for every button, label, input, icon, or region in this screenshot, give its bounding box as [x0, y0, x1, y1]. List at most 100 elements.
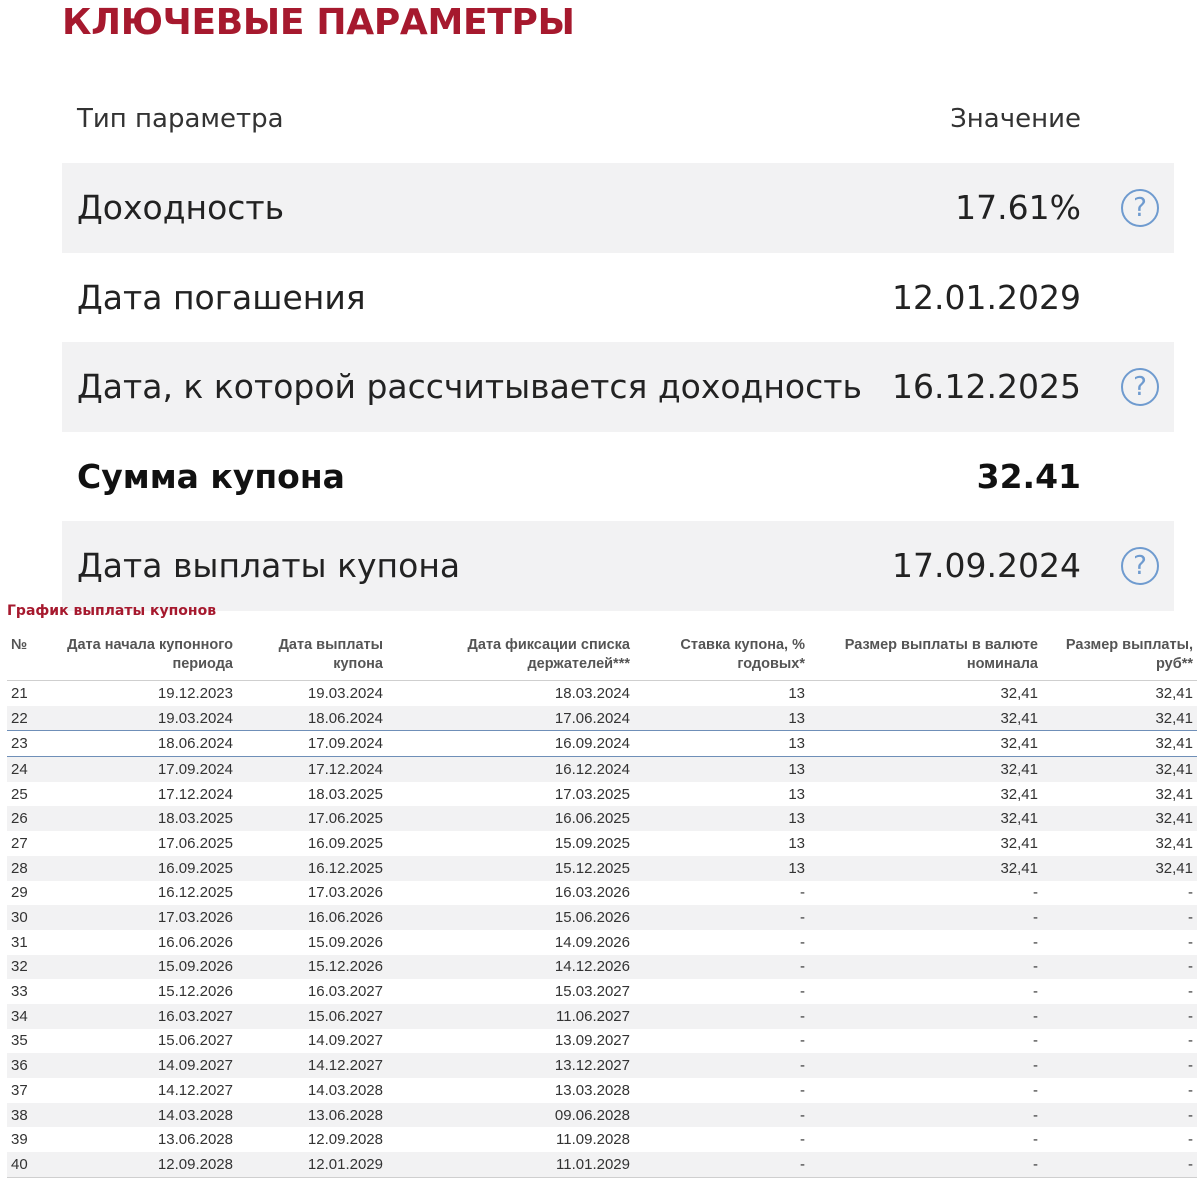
param-row-yield-date: Дата, к которой рассчитывается доходност…	[62, 342, 1174, 432]
table-row: 35 15.06.2027 14.09.2027 13.09.2027 - - -	[7, 1029, 1197, 1054]
param-value: 12.01.2029	[892, 277, 1081, 317]
table-cell: 16.06.2025	[387, 806, 634, 832]
table-cell: 13	[634, 806, 809, 832]
table-row: 26 18.03.2025 17.06.2025 16.06.2025 13 32,41 3…	[7, 806, 1197, 832]
table-cell: 32,41	[1042, 806, 1197, 832]
table-cell: -	[1033, 884, 1038, 902]
param-value: 17.09.2024	[892, 546, 1081, 586]
table-cell: -	[809, 1053, 1042, 1078]
table-cell: 15.06.2026	[387, 905, 634, 930]
table-cell: -	[809, 954, 1042, 980]
table-cell: 16.12.2025	[237, 855, 387, 881]
table-cell: -	[634, 1152, 809, 1178]
table-row: 23 18.06.2024 17.09.2024 16.09.2024 13 32,41 3…	[7, 730, 1197, 758]
table-cell: 32,41	[809, 730, 1042, 758]
table-cell: -	[634, 1003, 809, 1029]
table-cell: 23	[7, 730, 47, 758]
param-label: Дата выплаты купона	[77, 546, 461, 586]
table-cell: 13.06.2028	[237, 1102, 387, 1128]
table-cell: 14.09.2027	[47, 1053, 237, 1078]
table-cell: -	[1033, 1032, 1038, 1050]
param-value: 16.12.2025	[892, 367, 1081, 407]
table-cell: 24	[7, 756, 47, 782]
column-header: Дата выплаты купона	[237, 633, 387, 681]
param-label: Дата, к которой рассчитывается доходност…	[77, 367, 862, 407]
table-cell: 19.03.2024	[307, 684, 383, 702]
table-cell: 18.06.2024	[237, 705, 387, 731]
table-row: 27 17.06.2025 16.09.2025 15.09.2025 13 32,41 3…	[7, 831, 1197, 856]
table-cell: 40	[7, 1152, 47, 1178]
table-cell: -	[1042, 954, 1197, 980]
table-cell: 17.06.2024	[387, 705, 634, 731]
table-row: 25 17.12.2024 18.03.2025 17.03.2025 13 32,41 3…	[7, 782, 1197, 807]
table-cell: -	[809, 1102, 1042, 1128]
table-cell: 14.03.2028	[47, 1102, 237, 1128]
table-cell: 11.06.2027	[387, 1003, 634, 1029]
table-cell: -	[1188, 1032, 1193, 1050]
table-row: 30 17.03.2026 16.06.2026 15.06.2026- - -	[7, 905, 1197, 930]
table-cell: -	[1033, 1131, 1038, 1149]
table-cell: 18.06.2024	[47, 730, 237, 758]
table-row: 32 15.09.2026 15.12.2026 14.12.2026- - -	[7, 954, 1197, 980]
table-cell: 18.03.2025	[47, 806, 237, 832]
table-cell: 13	[634, 730, 809, 758]
table-cell: 32	[7, 954, 47, 980]
table-cell: -	[809, 905, 1042, 930]
help-icon[interactable]: ?	[1121, 367, 1159, 406]
param-value: 32.41	[976, 456, 1081, 496]
table-cell: 19.03.2024	[47, 705, 237, 731]
table-cell: -	[1188, 884, 1193, 902]
help-icon[interactable]: ?	[1121, 188, 1159, 227]
table-cell: -	[634, 1053, 809, 1078]
table-cell: 15.12.2026	[157, 983, 233, 1001]
table-cell: -	[1188, 933, 1193, 951]
params-header-type: Тип параметра	[77, 103, 284, 134]
table-cell: 17.12.2024	[157, 785, 233, 803]
table-cell: 12.09.2028	[47, 1152, 237, 1178]
table-cell: 22	[7, 705, 47, 731]
table-cell: 30	[7, 905, 47, 930]
table-cell: 11.09.2028	[556, 1131, 630, 1149]
param-row-maturity-date: Дата погашения 12.01.2029	[62, 253, 1174, 343]
column-header: №	[7, 633, 47, 681]
table-cell: 17.09.2024	[237, 730, 387, 758]
table-cell: 29	[11, 884, 28, 902]
table-cell: 34	[7, 1003, 47, 1029]
table-cell: 32,41	[1000, 785, 1038, 803]
table-cell: 13	[634, 756, 809, 782]
params-header: Тип параметра Значение	[62, 74, 1174, 163]
table-cell: 13	[788, 684, 805, 702]
help-icon[interactable]: ?	[1121, 546, 1159, 585]
table-cell: 32,41	[1155, 834, 1193, 852]
table-cell: 15.09.2026	[307, 933, 383, 951]
table-row: 21 19.12.2023 19.03.2024 18.03.2024 13 32,41 3…	[7, 681, 1197, 706]
table-cell: 13.06.2028	[157, 1131, 233, 1149]
table-cell: 15.03.2027	[554, 983, 630, 1001]
table-cell: -	[1188, 983, 1193, 1001]
table-cell: -	[1042, 1003, 1197, 1029]
column-header: Дата фиксации списка держателей***	[387, 633, 634, 681]
table-cell: 32,41	[1155, 785, 1193, 803]
table-cell: 13.09.2027	[554, 1032, 630, 1050]
table-cell: 32,41	[1042, 730, 1197, 758]
table-cell: 15.12.2025	[387, 855, 634, 881]
table-row: 37 14.12.2027 14.03.2028 13.03.2028 - - -	[7, 1078, 1197, 1103]
table-row: 33 15.12.2026 16.03.2027 15.03.2027 - - -	[7, 979, 1197, 1004]
table-cell: 32,41	[1000, 834, 1038, 852]
table-cell: 32,41	[809, 806, 1042, 832]
table-row: 39 13.06.2028 12.09.2028 11.09.2028 - - -	[7, 1127, 1197, 1152]
table-cell: 32,41	[1042, 756, 1197, 782]
table-row: 36 14.09.2027 14.12.2027 13.12.2027- - -	[7, 1053, 1197, 1078]
table-cell: -	[800, 1131, 805, 1149]
table-cell: 39	[11, 1131, 28, 1149]
param-label: Доходность	[77, 188, 285, 228]
table-cell: 16.06.2026	[237, 905, 387, 930]
table-cell: 18.03.2025	[307, 785, 383, 803]
table-cell: 32,41	[1155, 684, 1193, 702]
table-cell: 32,41	[809, 756, 1042, 782]
table-cell: 16.12.2024	[387, 756, 634, 782]
table-cell: 17.03.2026	[307, 884, 383, 902]
table-cell: 17.03.2026	[47, 905, 237, 930]
table-row: 34 16.03.2027 15.06.2027 11.06.2027- - -	[7, 1003, 1197, 1029]
table-cell: 15.06.2027	[157, 1032, 233, 1050]
